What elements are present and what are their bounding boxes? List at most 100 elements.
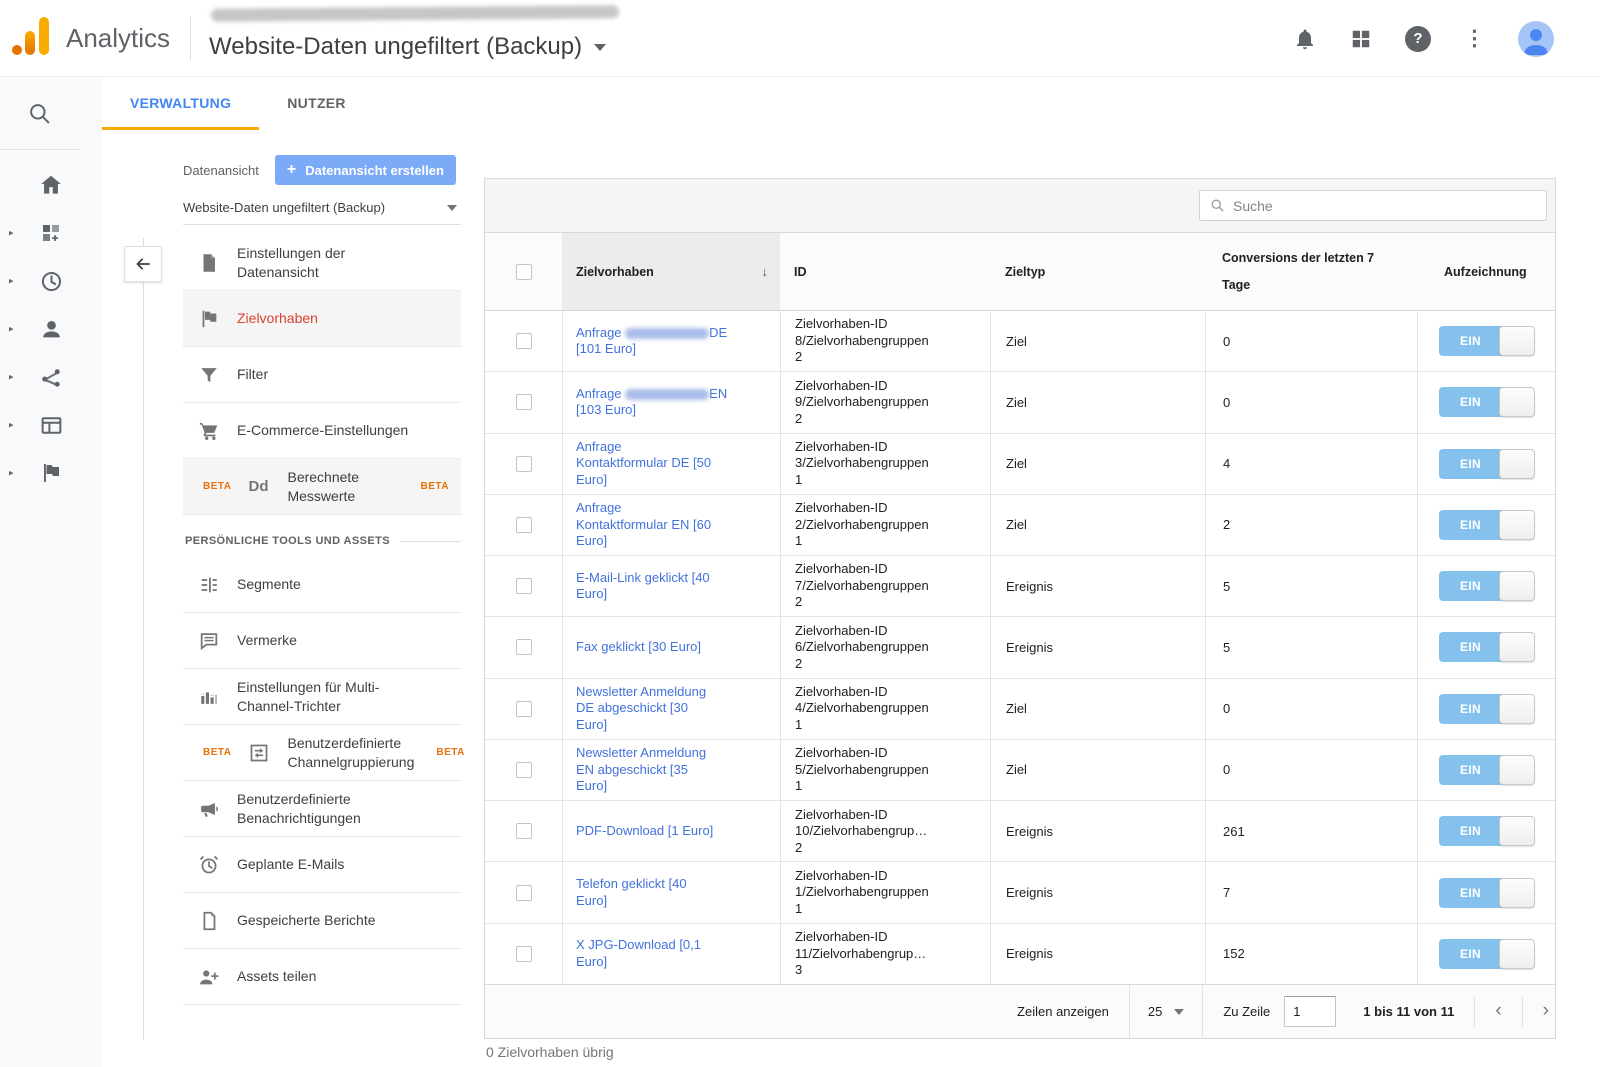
row-checkbox[interactable] bbox=[516, 885, 532, 901]
view-title-dropdown[interactable]: Website-Daten ungefiltert (Backup) bbox=[209, 33, 606, 61]
expand-arrow-icon[interactable]: ▸ bbox=[9, 324, 14, 335]
expand-arrow-icon[interactable]: ▸ bbox=[9, 276, 14, 287]
row-checkbox[interactable] bbox=[516, 578, 532, 594]
row-checkbox[interactable] bbox=[516, 517, 532, 533]
nav-realtime-icon[interactable]: ▸ bbox=[0, 268, 102, 294]
rows-per-page-select[interactable]: 25 bbox=[1129, 985, 1203, 1039]
menu-item-einstellungen-der-datenansicht[interactable]: Einstellungen der Datenansicht bbox=[183, 235, 461, 291]
toggle-knob[interactable] bbox=[1499, 571, 1535, 601]
row-checkbox[interactable] bbox=[516, 456, 532, 472]
recording-toggle[interactable]: EIN bbox=[1439, 694, 1535, 724]
recording-toggle[interactable]: EIN bbox=[1439, 632, 1535, 662]
row-checkbox[interactable] bbox=[516, 946, 532, 962]
sort-descending-icon[interactable]: ↓ bbox=[762, 264, 769, 279]
goal-link[interactable]: AnfrageKontaktformular EN [60Euro] bbox=[576, 500, 711, 550]
menu-item-benutzerdefinierte-channelgruppier[interactable]: BETABenutzerdefinierte Channelgruppierun… bbox=[183, 725, 461, 781]
menu-item-segmente[interactable]: Segmente bbox=[183, 557, 461, 613]
view-selector-dropdown[interactable]: Website-Daten ungefiltert (Backup) bbox=[183, 200, 461, 225]
column-header-type[interactable]: Zieltyp bbox=[990, 233, 1205, 310]
toggle-knob[interactable] bbox=[1499, 878, 1535, 908]
create-view-button[interactable]: + Datenansicht erstellen bbox=[275, 155, 456, 185]
goal-link[interactable]: PDF-Download [1 Euro] bbox=[576, 823, 713, 840]
search-icon[interactable] bbox=[0, 78, 80, 150]
recording-toggle[interactable]: EIN bbox=[1439, 449, 1535, 479]
toggle-knob[interactable] bbox=[1499, 632, 1535, 662]
nav-acquisition-icon[interactable]: ▸ bbox=[0, 364, 102, 390]
toggle-knob[interactable] bbox=[1499, 326, 1535, 356]
goal-link[interactable]: Newsletter AnmeldungDE abgeschickt [30Eu… bbox=[576, 684, 706, 734]
toggle-knob[interactable] bbox=[1499, 816, 1535, 846]
next-page-icon[interactable]: › bbox=[1543, 1001, 1549, 1022]
account-avatar[interactable] bbox=[1518, 21, 1554, 57]
nav-home-icon[interactable] bbox=[0, 172, 102, 198]
goal-link[interactable]: Fax geklickt [30 Euro] bbox=[576, 639, 701, 656]
recording-toggle[interactable]: EIN bbox=[1439, 878, 1535, 908]
help-icon[interactable]: ? bbox=[1405, 26, 1431, 52]
menu-item-einstellungen-für-multi-channel-tr[interactable]: Einstellungen für Multi-Channel-Trichter bbox=[183, 669, 461, 725]
toggle-knob[interactable] bbox=[1499, 939, 1535, 969]
goal-type: Ziel bbox=[990, 434, 1205, 494]
nav-customization-icon[interactable]: ▸ bbox=[0, 220, 102, 246]
table-search-box[interactable] bbox=[1199, 190, 1547, 221]
row-checkbox[interactable] bbox=[516, 394, 532, 410]
recording-toggle[interactable]: EIN bbox=[1439, 571, 1535, 601]
expand-arrow-icon[interactable]: ▸ bbox=[9, 468, 14, 479]
menu-item-benutzerdefinierte-benachrichtigun[interactable]: Benutzerdefinierte Benachrichtigungen bbox=[183, 781, 461, 837]
menu-item-geplante-e-mails[interactable]: Geplante E-Mails bbox=[183, 837, 461, 893]
menu-item-filter[interactable]: Filter bbox=[183, 347, 461, 403]
toggle-knob[interactable] bbox=[1499, 449, 1535, 479]
goal-link[interactable]: E-Mail-Link geklickt [40Euro] bbox=[576, 570, 710, 603]
nav-audience-icon[interactable]: ▸ bbox=[0, 316, 102, 342]
goal-link[interactable]: X JPG-Download [0,1Euro] bbox=[576, 937, 701, 970]
tab-nutzer[interactable]: NUTZER bbox=[259, 78, 374, 130]
recording-toggle[interactable]: EIN bbox=[1439, 755, 1535, 785]
nav-behavior-icon[interactable]: ▸ bbox=[0, 412, 102, 438]
goal-link[interactable]: AnfrageKontaktformular DE [50Euro] bbox=[576, 439, 711, 489]
column-header-id[interactable]: ID bbox=[780, 233, 990, 310]
column-header-goal[interactable]: Zielvorhaben ↓ bbox=[562, 233, 780, 310]
toggle-knob[interactable] bbox=[1499, 387, 1535, 417]
goal-link[interactable]: Newsletter AnmeldungEN abgeschickt [35Eu… bbox=[576, 745, 706, 795]
goto-row-input[interactable] bbox=[1284, 996, 1336, 1027]
apps-grid-icon[interactable] bbox=[1350, 28, 1372, 50]
recording-toggle[interactable]: EIN bbox=[1439, 326, 1535, 356]
menu-item-gespeicherte-berichte[interactable]: Gespeicherte Berichte bbox=[183, 893, 461, 949]
menu-item-e-commerce-einstellungen[interactable]: E-Commerce-Einstellungen bbox=[183, 403, 461, 459]
menu-item-label: Assets teilen bbox=[237, 967, 316, 986]
more-options-icon[interactable]: ⋮ bbox=[1464, 28, 1485, 49]
tab-verwaltung[interactable]: VERWALTUNG bbox=[102, 78, 259, 130]
channel-grouping-icon bbox=[248, 742, 270, 764]
column-header-recording[interactable]: Aufzeichnung bbox=[1417, 233, 1555, 310]
goal-link[interactable]: Telefon geklickt [40Euro] bbox=[576, 876, 687, 909]
row-checkbox[interactable] bbox=[516, 639, 532, 655]
table-search-input[interactable] bbox=[1233, 198, 1536, 214]
recording-toggle[interactable]: EIN bbox=[1439, 816, 1535, 846]
menu-item-zielvorhaben[interactable]: Zielvorhaben bbox=[183, 291, 461, 347]
nav-conversions-flag-icon[interactable]: ▸ bbox=[0, 460, 102, 486]
goal-link[interactable]: Anfrage EN[103 Euro] bbox=[576, 386, 727, 419]
menu-item-vermerke[interactable]: Vermerke bbox=[183, 613, 461, 669]
expand-arrow-icon[interactable]: ▸ bbox=[9, 228, 14, 239]
recording-toggle[interactable]: EIN bbox=[1439, 387, 1535, 417]
recording-toggle[interactable]: EIN bbox=[1439, 510, 1535, 540]
row-checkbox[interactable] bbox=[516, 823, 532, 839]
goal-link[interactable]: Anfrage DE[101 Euro] bbox=[576, 325, 727, 358]
expand-arrow-icon[interactable]: ▸ bbox=[9, 372, 14, 383]
toggle-knob[interactable] bbox=[1499, 755, 1535, 785]
row-checkbox[interactable] bbox=[516, 762, 532, 778]
select-all-checkbox[interactable] bbox=[516, 264, 532, 280]
menu-item-berechnete-messwerte[interactable]: BETADdBerechnete MesswerteBETA bbox=[183, 459, 461, 515]
row-checkbox[interactable] bbox=[516, 701, 532, 717]
table-row: Fax geklickt [30 Euro]Zielvorhaben-ID6/Z… bbox=[485, 617, 1555, 678]
expand-arrow-icon[interactable]: ▸ bbox=[9, 420, 14, 431]
toggle-knob[interactable] bbox=[1499, 510, 1535, 540]
beta-badge: BETA bbox=[436, 747, 464, 758]
notifications-bell-icon[interactable] bbox=[1293, 27, 1317, 51]
column-header-conversions[interactable]: Conversions der letzten 7 Tage bbox=[1205, 233, 1417, 310]
row-checkbox[interactable] bbox=[516, 333, 532, 349]
previous-page-icon[interactable]: ‹ bbox=[1495, 1001, 1501, 1022]
collapse-panel-button[interactable] bbox=[124, 246, 162, 282]
recording-toggle[interactable]: EIN bbox=[1439, 939, 1535, 969]
toggle-knob[interactable] bbox=[1499, 694, 1535, 724]
menu-item-assets-teilen[interactable]: Assets teilen bbox=[183, 949, 461, 1005]
